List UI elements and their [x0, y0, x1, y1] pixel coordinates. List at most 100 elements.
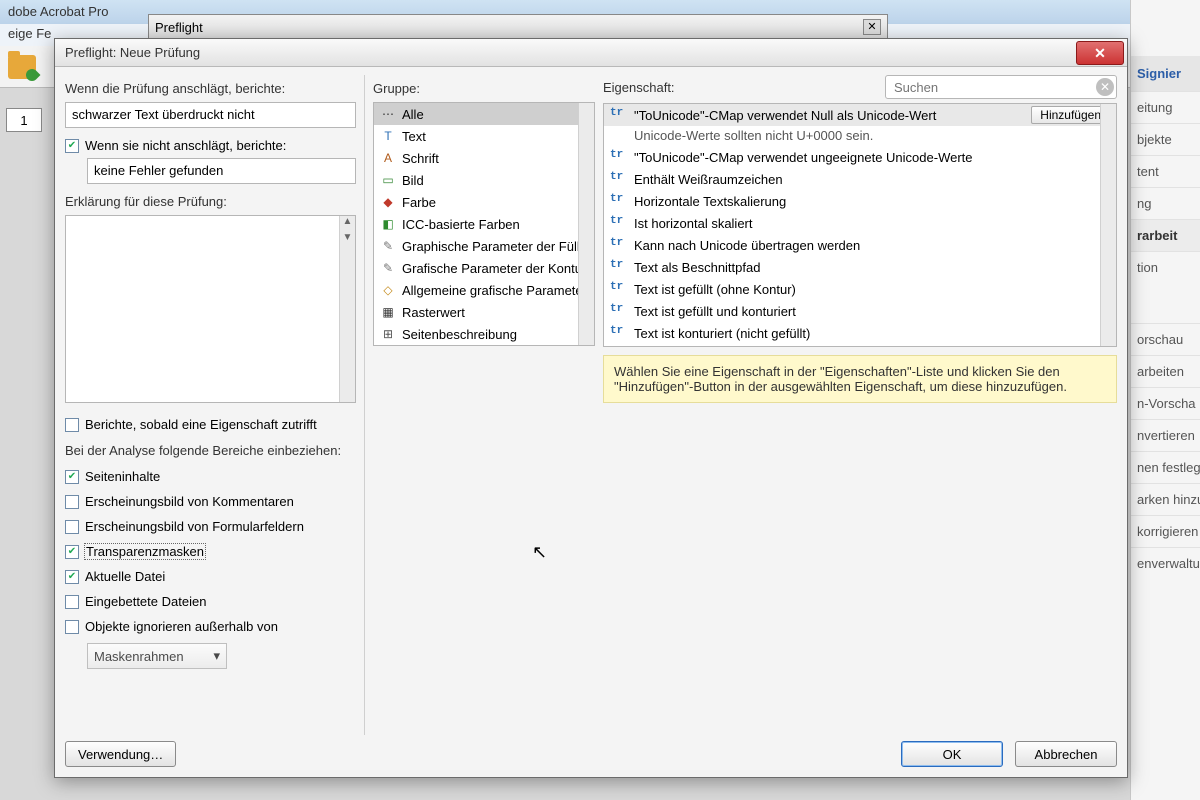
- property-row[interactable]: trText ist gefüllt (ohne Kontur): [604, 278, 1116, 300]
- ok-button[interactable]: OK: [901, 741, 1003, 767]
- group-item[interactable]: ◇ Allgemeine grafische Parameter: [374, 279, 594, 301]
- scrollbar[interactable]: ▲▼: [339, 216, 355, 402]
- page-number-input[interactable]: 1: [6, 108, 42, 132]
- property-row[interactable]: tr"ToUnicode"-CMap verwendet ungeeignete…: [604, 146, 1116, 168]
- group-label: Gruppe:: [373, 81, 595, 96]
- property-row[interactable]: trText ist konturiert (nicht gefüllt): [604, 322, 1116, 344]
- group-listbox[interactable]: ⋯AlleTTextASchrift ▭ Bild ◆Farbe◧ICC-basier…: [373, 102, 595, 346]
- dialog-close-button[interactable]: ✕: [1076, 41, 1124, 65]
- dialog-titlebar: Preflight: Neue Prüfung ✕: [55, 39, 1127, 67]
- mouse-cursor-icon: ↖: [532, 542, 547, 563]
- group-item-label: Allgemeine grafische Parameter: [402, 283, 587, 298]
- usage-button[interactable]: Verwendung…: [65, 741, 176, 767]
- group-item[interactable]: ⊞Seitenbeschreibung: [374, 323, 594, 345]
- group-item[interactable]: ⋯Alle: [374, 103, 594, 125]
- property-text: Horizontale Textskalierung: [634, 194, 1110, 209]
- property-search-input[interactable]: [885, 75, 1117, 99]
- property-text: Text als Beschnittpfad: [634, 260, 1110, 275]
- group-item-icon: ◇: [380, 282, 396, 298]
- fires-text-input[interactable]: schwarzer Text überdruckt nicht: [65, 102, 356, 128]
- scrollbar[interactable]: [1100, 104, 1116, 346]
- eingebettet-checkbox[interactable]: [65, 595, 79, 609]
- group-item[interactable]: ASchrift: [374, 147, 594, 169]
- tools-link[interactable]: nen festleg: [1131, 451, 1200, 483]
- property-text: Ist horizontal skaliert: [634, 216, 1110, 231]
- mask-frame-select[interactable]: Maskenrahmen ▾: [87, 643, 227, 669]
- preflight-new-check-dialog: Preflight: Neue Prüfung ✕ Wenn die Prüfu…: [54, 38, 1128, 778]
- explanation-textarea[interactable]: ▲▼: [65, 215, 356, 403]
- property-row-selected[interactable]: tr "ToUnicode"-CMap verwendet Null als U…: [604, 104, 1116, 126]
- add-property-button[interactable]: Hinzufügen: [1031, 106, 1110, 124]
- not-fires-text-input[interactable]: keine Fehler gefunden: [87, 158, 356, 184]
- tools-link[interactable]: arbeiten: [1131, 355, 1200, 387]
- group-item-icon: ✎: [380, 260, 396, 276]
- transparenz-checkbox[interactable]: [65, 545, 79, 559]
- property-row[interactable]: trKann nach Unicode übertragen werden: [604, 234, 1116, 256]
- preflight-parent-window: Preflight ✕: [148, 14, 888, 40]
- tools-item[interactable]: ng: [1131, 187, 1200, 219]
- formulare-checkbox[interactable]: [65, 520, 79, 534]
- tools-panel: Signier eitung bjekte tent ng rarbeit ti…: [1130, 0, 1200, 800]
- text-icon: tr: [610, 171, 626, 187]
- group-item-label: ICC-basierte Farben: [402, 217, 520, 232]
- clear-search-icon[interactable]: ✕: [1096, 78, 1114, 96]
- property-row[interactable]: trIst horizontal skaliert: [604, 212, 1116, 234]
- tools-link[interactable]: nvertieren: [1131, 419, 1200, 451]
- tools-link[interactable]: arken hinzu: [1131, 483, 1200, 515]
- group-item[interactable]: TText: [374, 125, 594, 147]
- tools-link[interactable]: orschau: [1131, 323, 1200, 355]
- property-row[interactable]: trHorizontale Textskalierung: [604, 190, 1116, 212]
- kommentare-label: Erscheinungsbild von Kommentaren: [85, 494, 294, 509]
- group-item-icon: A: [380, 150, 396, 166]
- kommentare-checkbox[interactable]: [65, 495, 79, 509]
- property-pane: Eigenschaft: ✕ tr "ToUnicode"-CMap verwe…: [603, 75, 1117, 735]
- group-item-icon: ▭: [380, 172, 396, 188]
- tools-panel-header[interactable]: Signier: [1131, 56, 1200, 91]
- tools-link[interactable]: korrigieren: [1131, 515, 1200, 547]
- property-row[interactable]: trEnthält Weißraumzeichen: [604, 168, 1116, 190]
- ignorieren-label: Objekte ignorieren außerhalb von: [85, 619, 278, 634]
- property-text: Text ist gefüllt und konturiert: [634, 304, 1110, 319]
- tools-item[interactable]: bjekte: [1131, 123, 1200, 155]
- property-row[interactable]: tr Text ist gefüllt und konturiert: [604, 300, 1116, 322]
- group-item-icon: ⋯: [380, 106, 396, 122]
- property-subtext: Unicode-Werte sollten nicht U+0000 sein.: [604, 126, 1116, 146]
- property-listbox[interactable]: tr "ToUnicode"-CMap verwendet Null als U…: [603, 103, 1117, 347]
- tools-item[interactable]: tion: [1131, 251, 1200, 283]
- group-item[interactable]: ▭ Bild: [374, 169, 594, 191]
- tools-link[interactable]: n-Vorscha: [1131, 387, 1200, 419]
- group-item[interactable]: ◧ICC-basierte Farben: [374, 213, 594, 235]
- open-file-icon[interactable]: [8, 55, 36, 79]
- seiteninhalte-checkbox[interactable]: [65, 470, 79, 484]
- group-item-label: Farbe: [402, 195, 436, 210]
- group-item[interactable]: ◆Farbe: [374, 191, 594, 213]
- report-on-any-label: Berichte, sobald eine Eigenschaft zutrif…: [85, 417, 317, 432]
- group-item-label: Rasterwert: [402, 305, 465, 320]
- not-fires-checkbox[interactable]: [65, 139, 79, 153]
- report-on-any-checkbox[interactable]: [65, 418, 79, 432]
- group-item[interactable]: ▦Rasterwert: [374, 301, 594, 323]
- mask-frame-value: Maskenrahmen: [94, 649, 184, 664]
- tools-item[interactable]: eitung: [1131, 91, 1200, 123]
- group-pane: Gruppe: ⋯AlleTTextASchrift ▭ Bild ◆Farbe◧IC…: [373, 75, 595, 735]
- aktuelle-datei-checkbox[interactable]: [65, 570, 79, 584]
- close-icon[interactable]: ✕: [863, 19, 881, 35]
- hint-banner: Wählen Sie eine Eigenschaft in der "Eige…: [603, 355, 1117, 403]
- tools-link[interactable]: enverwaltun: [1131, 547, 1200, 579]
- group-item-icon: ✎: [380, 238, 396, 254]
- transparenz-label: Transparenzmasken: [85, 544, 205, 559]
- text-icon: tr: [610, 325, 626, 341]
- cancel-button[interactable]: Abbrechen: [1015, 741, 1117, 767]
- property-row[interactable]: trText als Beschnittpfad: [604, 256, 1116, 278]
- group-item-label: Bild: [402, 173, 424, 188]
- group-item[interactable]: ✎Graphische Parameter der Füllf: [374, 235, 594, 257]
- tools-item[interactable]: tent: [1131, 155, 1200, 187]
- group-item-icon: ⊞: [380, 326, 396, 342]
- explanation-label: Erklärung für diese Prüfung:: [65, 194, 356, 209]
- scrollbar[interactable]: [578, 103, 594, 345]
- tools-section[interactable]: rarbeit: [1131, 219, 1200, 251]
- text-icon: tr: [610, 303, 626, 319]
- formulare-label: Erscheinungsbild von Formularfeldern: [85, 519, 304, 534]
- group-item[interactable]: ✎Grafische Parameter der Kontu: [374, 257, 594, 279]
- ignorieren-checkbox[interactable]: [65, 620, 79, 634]
